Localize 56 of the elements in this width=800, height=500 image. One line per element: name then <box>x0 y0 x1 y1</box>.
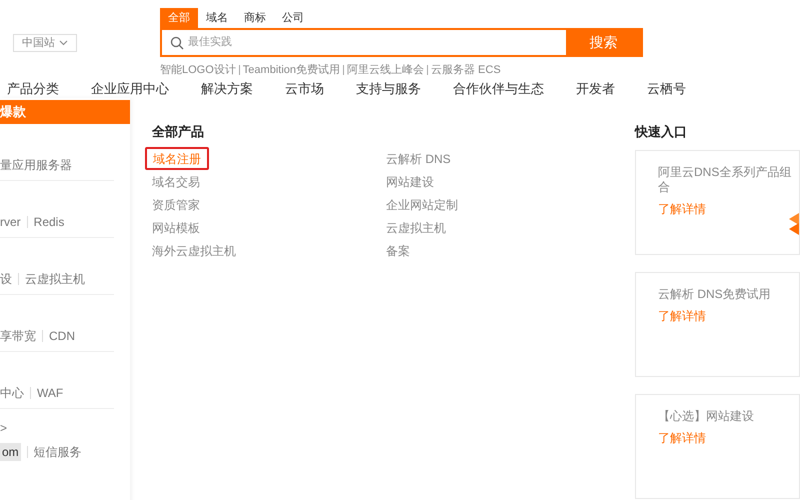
product-link[interactable]: 云解析 DNS <box>386 147 620 170</box>
sidebar-header: 爆款 <box>0 100 130 124</box>
hot-word-link[interactable]: 智能LOGO设计 <box>160 62 236 78</box>
sidebar-link[interactable]: 设 <box>0 270 12 288</box>
section-title: 全部产品 <box>152 123 205 141</box>
nav-item[interactable]: 云市场 <box>285 78 324 98</box>
sidebar-link[interactable]: om <box>0 443 21 461</box>
product-link[interactable]: 企业网站定制 <box>386 193 620 216</box>
hot-word-link[interactable]: 云服务器 ECS <box>431 62 501 78</box>
sidebar-link[interactable]: 云虚拟主机 <box>25 270 85 288</box>
search-tab[interactable]: 域名 <box>198 8 236 28</box>
quick-entry-card[interactable]: 【心选】网站建设 了解详情 <box>635 394 800 499</box>
region-selector[interactable]: 中国站 <box>13 34 77 52</box>
sidebar-link[interactable]: 短信服务 <box>34 443 82 461</box>
nav-item[interactable]: 云栖号 <box>647 78 686 98</box>
product-link[interactable]: 资质管家 <box>152 193 386 216</box>
nav-item[interactable]: 产品分类 <box>7 78 59 98</box>
nav-item[interactable]: 支持与服务 <box>356 78 421 98</box>
product-link[interactable]: 海外云虚拟主机 <box>152 239 386 262</box>
learn-more-link[interactable]: 了解详情 <box>658 200 706 218</box>
product-link[interactable]: 域名注册 <box>145 147 209 170</box>
card-title: 阿里云DNS全系列产品组合 <box>658 165 792 195</box>
sidebar-link[interactable]: 享带宽 <box>0 327 36 345</box>
search-icon <box>170 36 184 50</box>
section-title: 快速入口 <box>635 123 688 141</box>
search-tab[interactable]: 商标 <box>236 8 274 28</box>
search-button[interactable]: 搜索 <box>566 30 641 55</box>
chevron-down-icon <box>59 40 68 46</box>
card-title: 【心选】网站建设 <box>658 409 755 424</box>
product-link[interactable]: 域名交易 <box>152 170 386 193</box>
nav-item[interactable]: 解决方案 <box>201 78 253 98</box>
sidebar-link[interactable]: 量应用服务器 <box>0 156 72 174</box>
learn-more-link[interactable]: 了解详情 <box>658 429 706 447</box>
sidebar-link[interactable]: WAF <box>37 384 64 402</box>
quick-entry-card[interactable]: 云解析 DNS免费试用 了解详情 <box>635 272 800 377</box>
card-title: 云解析 DNS免费试用 <box>658 287 772 302</box>
stack-icon <box>789 213 799 235</box>
sidebar-link[interactable]: > <box>0 419 8 437</box>
nav-item[interactable]: 开发者 <box>576 78 615 98</box>
hot-word-link[interactable]: Teambition免费试用 <box>242 62 340 78</box>
search-field[interactable]: 最佳实践 搜索 <box>160 28 643 57</box>
sidebar-link[interactable]: rver <box>0 213 21 231</box>
nav-item[interactable]: 合作伙伴与生态 <box>453 78 544 98</box>
search-tab[interactable]: 公司 <box>274 8 312 28</box>
product-link[interactable]: 网站模板 <box>152 216 386 239</box>
search-tab[interactable]: 全部 <box>160 8 198 28</box>
sidebar-link[interactable]: CDN <box>49 327 75 345</box>
product-link[interactable]: 备案 <box>386 239 620 262</box>
sidebar-link[interactable]: Redis <box>34 213 64 231</box>
sidebar-link[interactable]: 中心 <box>0 384 24 402</box>
quick-entry-card[interactable]: 阿里云DNS全系列产品组合 了解详情 <box>635 150 800 255</box>
product-link[interactable]: 网站建设 <box>386 170 620 193</box>
hot-word-link[interactable]: 阿里云线上峰会 <box>347 62 424 78</box>
learn-more-link[interactable]: 了解详情 <box>658 307 706 325</box>
nav-item[interactable]: 企业应用中心 <box>91 78 169 98</box>
product-link[interactable]: 云虚拟主机 <box>386 216 620 239</box>
